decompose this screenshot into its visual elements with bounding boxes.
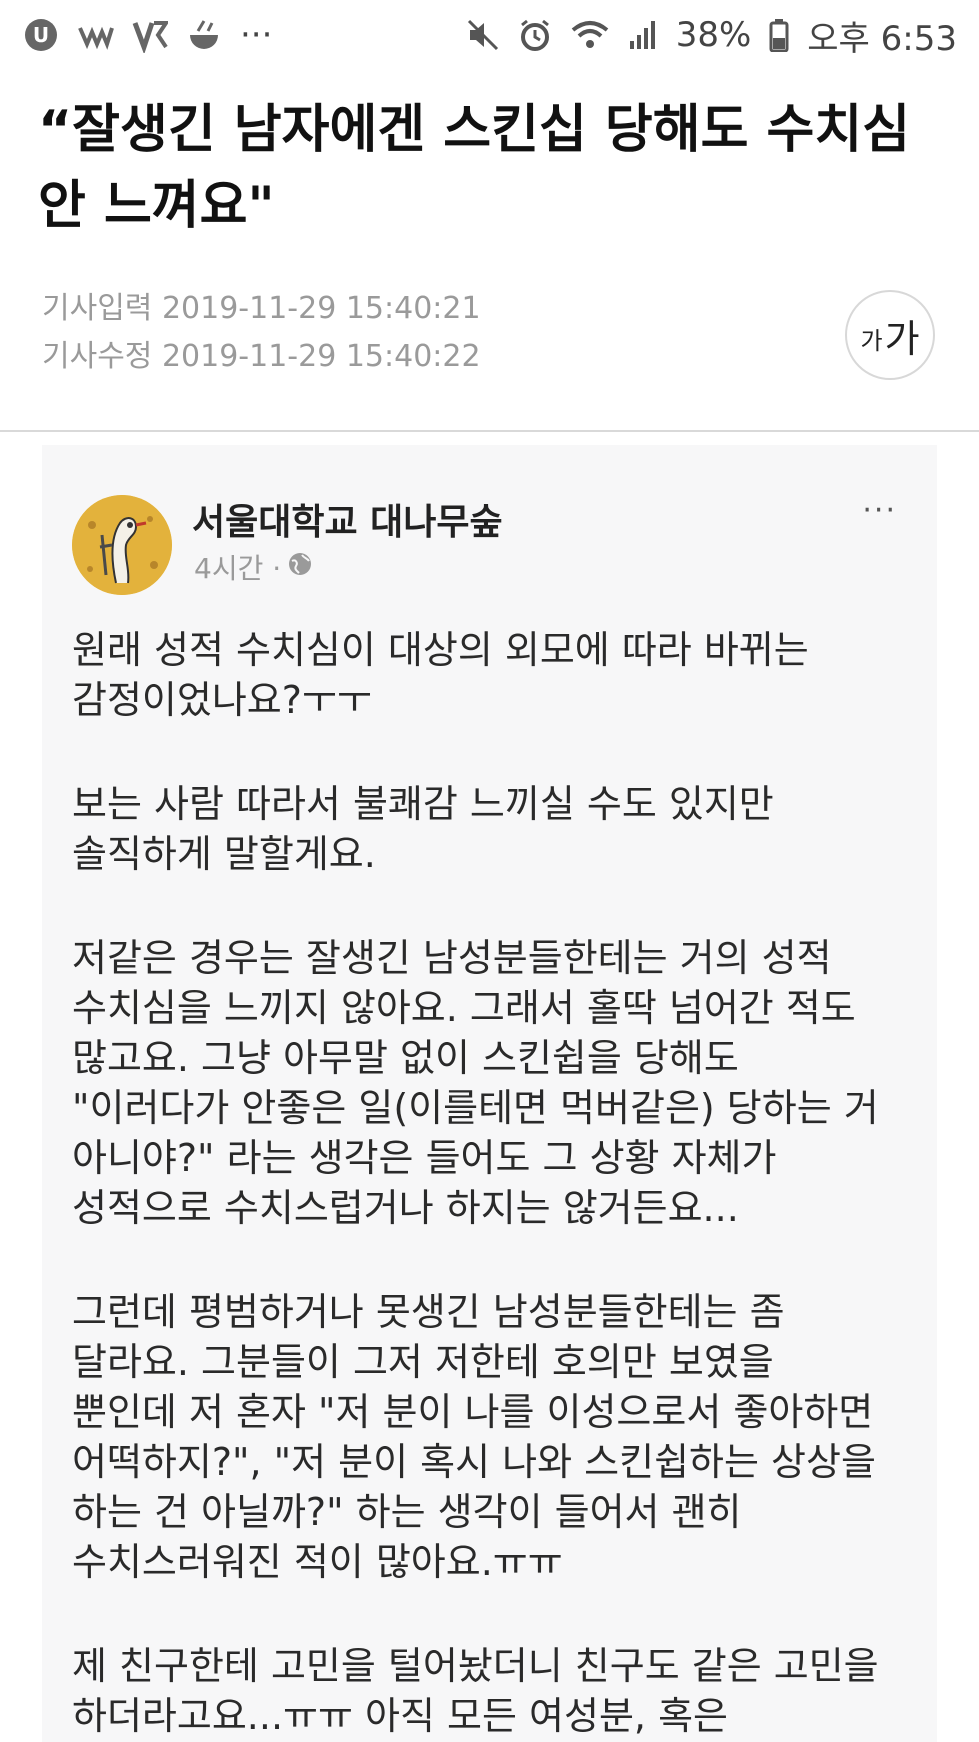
embedded-post-image: 서울대학교 대나무숲 4시간 · ··· 원래 성적 수치심이 대상의 외모에 …: [42, 445, 937, 1742]
battery-percent: 38%: [675, 15, 752, 55]
svg-text:U: U: [33, 23, 49, 47]
globe-icon: [287, 551, 313, 584]
input-time: 2019-11-29 15:40:21: [161, 291, 481, 326]
status-bar-right: 38% 오후 6:53: [466, 11, 957, 60]
signal-icon: [628, 19, 658, 51]
post-more-button[interactable]: ···: [862, 493, 897, 528]
post-paragraph: 보는 사람 따라서 불쾌감 느끼실 수도 있지만 솔직하게 말할게요.: [72, 782, 774, 876]
clock: 오후 6:53: [807, 18, 957, 59]
article-input-date: 기사입력 2019-11-29 15:40:21: [42, 285, 481, 333]
post-paragraph: 저같은 경우는 잘생긴 남성분들한테는 거의 성적 수치심을 느끼지 않아요. …: [72, 936, 879, 1230]
more-notifications-dots: ···: [240, 15, 273, 55]
food-notification-icon: [186, 17, 222, 53]
status-bar: U ··· 38% 오후 6:53: [0, 0, 979, 70]
battery-icon: [769, 18, 789, 52]
post-time: 4시간 ·: [194, 547, 313, 587]
edit-time: 2019-11-29 15:40:22: [161, 339, 481, 374]
vpn-notification-icon: [132, 17, 168, 53]
font-big-glyph: 가: [884, 316, 920, 361]
post-time-text: 4시간 ·: [194, 552, 282, 585]
wifi-icon: [570, 18, 610, 52]
header-divider: [0, 430, 979, 432]
article-edit-date: 기사수정 2019-11-29 15:40:22: [42, 333, 481, 381]
wave-notification-icon: [78, 20, 114, 50]
font-size-button[interactable]: 가 가: [845, 290, 935, 380]
alarm-icon: [518, 18, 552, 52]
app-notification-icon: U: [22, 16, 60, 54]
article-meta: 기사입력 2019-11-29 15:40:21 기사수정 2019-11-29…: [42, 285, 481, 381]
post-paragraph: 원래 성적 수치심이 대상의 외모에 따라 바뀌는 감정이었나요?ㅜㅜ: [72, 628, 809, 722]
edit-label: 기사수정: [42, 339, 153, 374]
post-body: 원래 성적 수치심이 대상의 외모에 따라 바뀌는 감정이었나요?ㅜㅜ 보는 사…: [72, 625, 912, 1742]
font-small-glyph: 가: [860, 326, 883, 355]
input-label: 기사입력: [42, 291, 153, 326]
page-name[interactable]: 서울대학교 대나무숲: [192, 493, 503, 545]
mute-icon: [466, 18, 500, 52]
page-avatar: [72, 495, 172, 595]
post-paragraph: 제 친구한테 고민을 털어놨더니 친구도 같은 고민을 하더라고요...ㅠㅠ 아…: [72, 1644, 879, 1738]
article-headline: “잘생긴 남자에겐 스킨십 당해도 수치심 안 느껴요": [38, 100, 911, 236]
post-paragraph: 그런데 평범하거나 못생긴 남성분들한테는 좀 달라요. 그분들이 그저 저한테…: [72, 1290, 876, 1584]
status-bar-left: U ···: [22, 15, 272, 55]
